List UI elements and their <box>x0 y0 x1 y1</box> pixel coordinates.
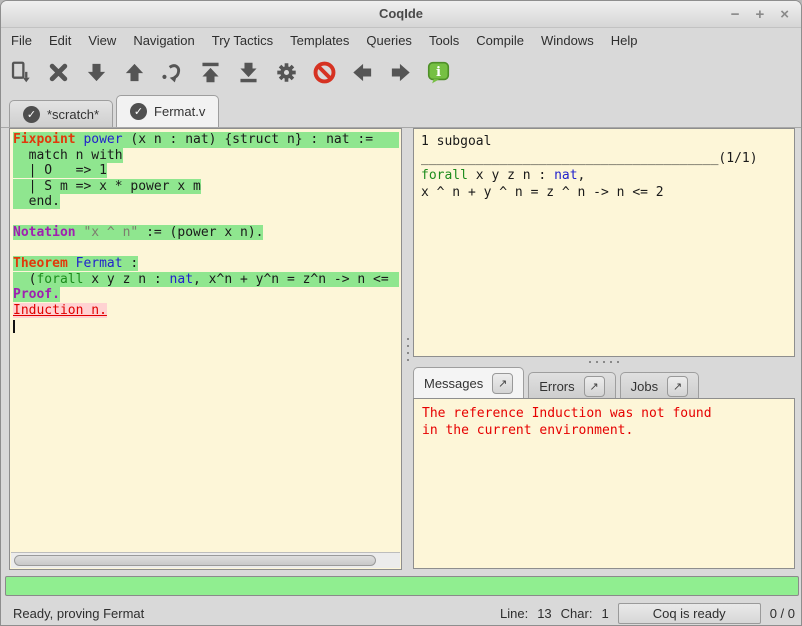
code-line: Fixpoint power (x n : nat) {struct n} : … <box>13 132 399 148</box>
detach-arrow-icon[interactable]: ↗ <box>667 376 688 397</box>
highlight-span: end. <box>13 194 60 209</box>
goal-line: forall x y z n : nat, <box>421 167 787 184</box>
interrupt-icon[interactable] <box>312 59 336 85</box>
go-to-start-icon[interactable] <box>198 59 222 85</box>
backward-one-command-up-arrow-icon[interactable] <box>122 59 146 85</box>
horizontal-splitter[interactable] <box>413 357 795 367</box>
minimize-icon[interactable]: − <box>731 7 740 22</box>
code-editor[interactable]: Fixpoint power (x n : nat) {struct n} : … <box>13 132 399 552</box>
bottom-tabstrip: Messages ↗ Errors ↗ Jobs ↗ <box>411 367 801 399</box>
coqide-window: CoqIde − + × File Edit View Navigation Try T… <box>0 0 802 626</box>
menu-item-templates[interactable]: Templates <box>290 33 349 48</box>
menu-item-tools[interactable]: Tools <box>429 33 459 48</box>
code-line <box>13 210 399 226</box>
code-line: (forall x y z n : nat, x^n + y^n = z^n -… <box>13 272 399 288</box>
menu-item-edit[interactable]: Edit <box>49 33 71 48</box>
vertical-splitter[interactable] <box>402 128 413 570</box>
close-icon[interactable]: × <box>780 7 789 22</box>
code-line: end. <box>13 194 399 210</box>
scrollbar-thumb[interactable] <box>14 555 376 566</box>
goal-line: ______________________________________(1… <box>421 150 787 167</box>
new-file-icon[interactable] <box>8 59 32 85</box>
tab-label: *scratch* <box>47 107 99 122</box>
menu-item-queries[interactable]: Queries <box>366 33 412 48</box>
highlight-span: match n with <box>13 148 123 163</box>
goal-line: x ^ n + y ^ n = z ^ n -> n <= 2 <box>421 184 787 201</box>
detach-arrow-icon[interactable]: ↗ <box>492 373 513 394</box>
goals-content: 1 subgoal_______________________________… <box>421 133 787 201</box>
menu-item-help[interactable]: Help <box>611 33 638 48</box>
menu-item-file[interactable]: File <box>11 33 32 48</box>
tab-errors[interactable]: Errors ↗ <box>528 372 615 399</box>
menu-item-windows[interactable]: Windows <box>541 33 594 48</box>
editor-tabstrip: *scratch* Fermat.v <box>1 92 801 128</box>
tab-label: Jobs <box>631 379 658 394</box>
code-line: Proof. <box>13 287 399 303</box>
toolbar: i <box>1 52 801 92</box>
code-line: Induction n. <box>13 303 399 319</box>
code-line: Notation "x ^ n" := (power x n). <box>13 225 399 241</box>
line-value: 13 <box>537 606 551 621</box>
tab-label: Errors <box>539 379 574 394</box>
highlight-span: Theorem Fermat : <box>13 256 138 271</box>
highlight-span: Induction n. <box>13 303 107 318</box>
status-bar: Ready, proving Fermat Line: 13 Char: 1 C… <box>1 599 802 626</box>
checkmark-icon <box>23 106 40 123</box>
code-line: | O => 1 <box>13 163 399 179</box>
goals-pane[interactable]: 1 subgoal_______________________________… <box>413 128 795 357</box>
code-line <box>13 318 399 334</box>
window-controls: − + × <box>731 1 789 27</box>
char-label: Char: <box>561 606 593 621</box>
highlight-span: | S m => x * power x m <box>13 179 201 194</box>
line-label: Line: <box>500 606 528 621</box>
tab-label: Fermat.v <box>154 104 205 119</box>
detach-arrow-icon[interactable]: ↗ <box>584 376 605 397</box>
menu-bar: File Edit View Navigation Try Tactics Templat… <box>1 28 801 52</box>
forward-one-command-down-arrow-icon[interactable] <box>84 59 108 85</box>
message-line: in the current environment. <box>422 422 786 439</box>
menu-item-view[interactable]: View <box>88 33 116 48</box>
close-x-icon[interactable] <box>46 59 70 85</box>
coq-state-box: Coq is ready <box>618 603 761 624</box>
text-cursor <box>13 320 15 333</box>
highlight-span: Proof. <box>13 287 60 302</box>
checkmark-icon <box>130 103 147 120</box>
gear-icon[interactable] <box>274 59 298 85</box>
menu-item-compile[interactable]: Compile <box>476 33 524 48</box>
tab-messages[interactable]: Messages ↗ <box>413 367 524 399</box>
about-info-icon[interactable]: i <box>426 59 450 85</box>
highlight-span: | O => 1 <box>13 163 107 178</box>
messages-content: The reference Induction was not foundin … <box>422 405 786 439</box>
status-right-cluster: Line: 13 Char: 1 Coq is ready 0 / 0 <box>500 602 795 624</box>
code-line: Theorem Fermat : <box>13 256 399 272</box>
script-editor-pane[interactable]: Fixpoint power (x n : nat) {struct n} : … <box>9 128 402 570</box>
progress-bar <box>5 576 799 596</box>
horizontal-scrollbar[interactable] <box>11 552 400 568</box>
go-to-end-icon[interactable] <box>236 59 260 85</box>
go-to-cursor-icon[interactable] <box>160 59 184 85</box>
goal-line: 1 subgoal <box>421 133 787 150</box>
status-text: Ready, proving Fermat <box>13 606 144 621</box>
titlebar[interactable]: CoqIde − + × <box>1 1 801 28</box>
menu-item-navigation[interactable]: Navigation <box>133 33 194 48</box>
tab-label: Messages <box>424 376 483 391</box>
window-title: CoqIde <box>1 1 801 27</box>
back-arrow-icon[interactable] <box>350 59 374 85</box>
tab-scratch[interactable]: *scratch* <box>9 100 113 127</box>
tab-fermat[interactable]: Fermat.v <box>116 95 219 127</box>
char-value: 1 <box>601 606 608 621</box>
jobs-counter: 0 / 0 <box>770 606 795 621</box>
code-line: match n with <box>13 148 399 164</box>
menu-item-try-tactics[interactable]: Try Tactics <box>212 33 273 48</box>
highlight-span: Notation "x ^ n" := (power x n). <box>13 225 263 240</box>
tab-jobs[interactable]: Jobs ↗ <box>620 372 699 399</box>
svg-text:i: i <box>435 64 440 79</box>
message-line: The reference Induction was not found <box>422 405 786 422</box>
code-line: | S m => x * power x m <box>13 179 399 195</box>
forward-arrow-icon[interactable] <box>388 59 412 85</box>
code-line <box>13 241 399 257</box>
maximize-icon[interactable]: + <box>755 7 764 22</box>
messages-pane[interactable]: The reference Induction was not foundin … <box>413 398 795 569</box>
